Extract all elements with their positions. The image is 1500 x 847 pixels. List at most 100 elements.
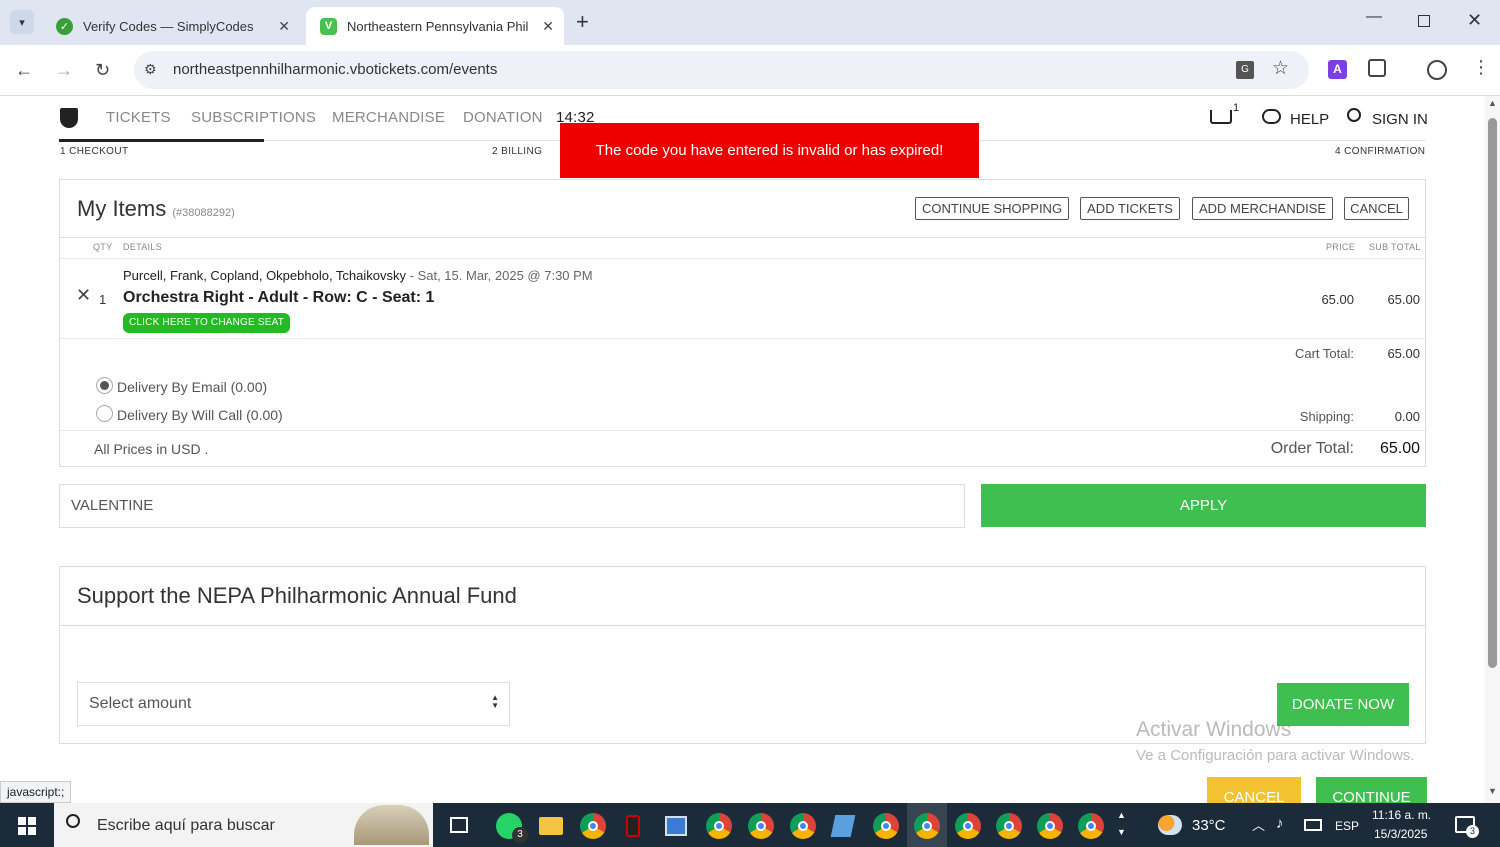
sign-in-link[interactable]: SIGN IN — [1372, 111, 1428, 128]
col-subtotal: SUB TOTAL — [1369, 242, 1421, 252]
delivery-willcall-radio[interactable] — [96, 405, 113, 422]
delivery-willcall-label[interactable]: Delivery By Will Call (0.00) — [117, 407, 283, 423]
change-seat-button[interactable]: CLICK HERE TO CHANGE SEAT — [123, 313, 291, 333]
whatsapp-badge: 3 — [512, 827, 528, 843]
help-link[interactable]: HELP — [1290, 111, 1329, 128]
nav-merchandise[interactable]: MERCHANDISE — [332, 109, 445, 126]
tab-simplycodes[interactable]: ✓ Verify Codes — SimplyCodes ✕ — [42, 7, 300, 45]
address-bar[interactable]: ⚙ northeastpennhilharmonic.vbotickets.co… — [134, 51, 1309, 89]
translate-icon[interactable]: G — [1236, 61, 1254, 79]
window-close-icon[interactable]: ✕ — [1467, 10, 1482, 31]
chrome-icon[interactable] — [790, 813, 816, 839]
tray-chevron-icon[interactable]: ︿ — [1252, 815, 1265, 834]
footer-continue-button[interactable]: CONTINUE — [1316, 777, 1427, 803]
forward-arrow-icon[interactable]: → — [55, 60, 73, 80]
cancel-button[interactable]: CANCEL — [1344, 197, 1409, 220]
tab-nepa-philharmonic[interactable]: V Northeastern Pennsylvania Phil ✕ — [306, 7, 564, 45]
language-indicator[interactable]: ESP — [1335, 819, 1359, 833]
chrome-icon[interactable] — [996, 813, 1022, 839]
select-amount-text: Select amount — [89, 695, 192, 712]
donate-now-button[interactable]: DONATE NOW — [1277, 683, 1409, 726]
app-red-icon[interactable] — [626, 815, 640, 837]
taskbar-scroll-icon[interactable]: ▲ ▼ — [1117, 807, 1126, 841]
nav-tickets[interactable]: TICKETS — [106, 109, 171, 126]
site-logo-shield-icon[interactable] — [60, 108, 78, 128]
nav-subscriptions[interactable]: SUBSCRIPTIONS — [191, 109, 316, 126]
add-tickets-button[interactable]: ADD TICKETS — [1080, 197, 1180, 220]
taskbar-search-box[interactable]: Escribe aquí para buscar — [54, 803, 433, 847]
clock-time[interactable]: 11:16 a. m. — [1372, 808, 1431, 822]
delivery-email-label[interactable]: Delivery By Email (0.00) — [117, 379, 267, 395]
step-checkout: 1 CHECKOUT — [60, 146, 129, 157]
minimize-icon[interactable]: — — [1366, 8, 1382, 26]
url-text[interactable]: northeastpennhilharmonic.vbotickets.com/… — [173, 61, 497, 78]
divider — [60, 258, 1425, 259]
col-qty: QTY — [93, 242, 113, 252]
windows-start-icon[interactable] — [18, 817, 36, 835]
close-tab-icon[interactable]: ✕ — [278, 18, 290, 35]
promo-code-input[interactable]: VALENTINE — [59, 484, 965, 528]
weather-icon[interactable] — [1158, 815, 1182, 835]
continue-shopping-button[interactable]: CONTINUE SHOPPING — [915, 197, 1069, 220]
extension-a-icon[interactable]: A — [1328, 60, 1347, 79]
simplycodes-favicon-icon: ✓ — [56, 17, 73, 35]
restore-icon[interactable] — [1418, 15, 1430, 27]
bookmark-star-icon[interactable]: ☆ — [1272, 57, 1289, 80]
new-tab-button[interactable]: + — [576, 9, 589, 35]
close-tab-icon[interactable]: ✕ — [542, 18, 554, 35]
network-icon[interactable] — [1304, 819, 1322, 831]
step-confirmation: 4 CONFIRMATION — [1335, 146, 1426, 157]
scroll-up-icon[interactable]: ▲ — [1488, 98, 1497, 108]
chrome-icon[interactable] — [748, 813, 774, 839]
tab-list-chevron-icon[interactable]: ▾ — [10, 10, 34, 34]
chrome-icon[interactable] — [580, 813, 606, 839]
item-name: Orchestra Right - Adult - Row: C - Seat:… — [123, 289, 435, 306]
reload-icon[interactable]: ↻ — [95, 60, 110, 80]
site-info-icon[interactable]: ⚙ — [144, 61, 157, 78]
profile-icon[interactable] — [1427, 60, 1447, 80]
cart-icon[interactable] — [1210, 110, 1232, 124]
cart-count: 1 — [1233, 102, 1240, 114]
help-bubble-icon[interactable] — [1262, 109, 1281, 124]
item-event: Purcell, Frank, Copland, Okpebholo, Tcha… — [123, 268, 593, 283]
order-id: (#38088292) — [172, 207, 235, 219]
scrollbar-thumb[interactable] — [1488, 118, 1497, 668]
divider — [60, 338, 1425, 339]
event-performers: Purcell, Frank, Copland, Okpebholo, Tcha… — [123, 268, 407, 283]
chrome-icon[interactable] — [1037, 813, 1063, 839]
chrome-icon[interactable] — [706, 813, 732, 839]
scroll-down-icon[interactable]: ▼ — [1488, 786, 1497, 796]
item-price: 65.00 — [1321, 292, 1354, 307]
item-subtotal: 65.00 — [1387, 292, 1420, 307]
order-total-label: Order Total: — [1270, 440, 1354, 457]
add-merchandise-button[interactable]: ADD MERCHANDISE — [1192, 197, 1333, 220]
remove-item-icon[interactable]: ✕ — [76, 285, 91, 306]
tab-title: Verify Codes — SimplyCodes — [83, 18, 254, 34]
file-explorer-icon[interactable] — [539, 817, 563, 835]
chrome-icon[interactable] — [873, 813, 899, 839]
volume-icon[interactable]: ♪ — [1276, 815, 1284, 832]
page-scrollbar[interactable]: ▲ ▼ — [1485, 96, 1500, 803]
extensions-puzzle-icon[interactable] — [1368, 59, 1386, 77]
app-blue-doc-icon[interactable] — [830, 815, 856, 837]
divider — [60, 625, 1425, 626]
chrome-icon[interactable] — [1078, 813, 1104, 839]
temperature[interactable]: 33°C — [1192, 817, 1226, 834]
clock-date[interactable]: 15/3/2025 — [1374, 827, 1427, 841]
activation-watermark-title: Activar Windows — [1136, 718, 1292, 741]
user-icon[interactable] — [1347, 108, 1361, 122]
chrome-icon[interactable] — [914, 813, 940, 839]
back-arrow-icon[interactable]: ← — [15, 60, 33, 80]
menu-kebab-icon[interactable]: ⋮ — [1472, 57, 1490, 78]
task-view-icon[interactable] — [450, 817, 468, 833]
footer-cancel-button[interactable]: CANCEL — [1207, 777, 1301, 803]
delivery-email-radio[interactable] — [96, 377, 113, 394]
error-toast: The code you have entered is invalid or … — [560, 123, 979, 178]
browser-toolbar: ← → ↻ ⚙ northeastpennhilharmonic.vbotick… — [0, 45, 1500, 96]
app-window-icon[interactable] — [665, 816, 687, 836]
nav-donation[interactable]: DONATION — [463, 109, 543, 126]
col-details: DETAILS — [123, 242, 162, 252]
apply-button[interactable]: APPLY — [981, 484, 1426, 527]
donation-amount-select[interactable]: Select amount ▲ ▼ — [77, 682, 510, 726]
chrome-icon[interactable] — [955, 813, 981, 839]
